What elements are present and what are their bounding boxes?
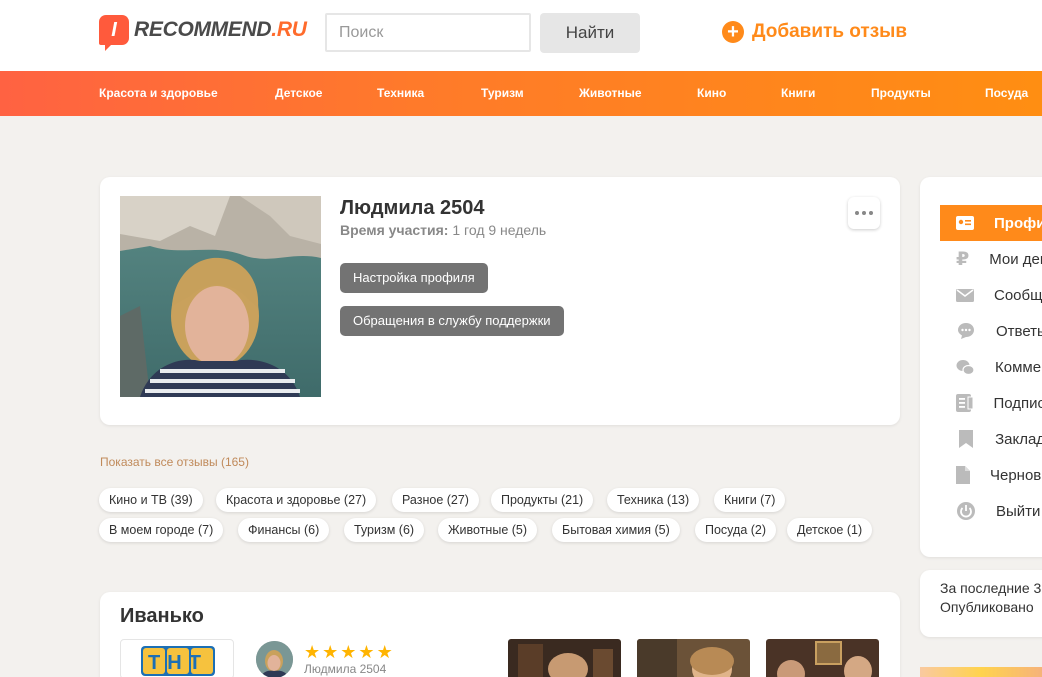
membership-value: 1 год 9 недель [452, 222, 547, 238]
sidebar-item-money[interactable]: ₽ Мои деньги [940, 241, 1042, 277]
logo-mark-icon: I [99, 15, 129, 51]
stats-line-published: Опубликовано [940, 599, 1034, 615]
nav-item-movies[interactable]: Кино [697, 86, 726, 100]
nav-item-tech[interactable]: Техника [377, 86, 424, 100]
sidebar-item-answers[interactable]: Ответы [940, 313, 1042, 349]
logo-main: RECOMMEND [134, 18, 272, 41]
category-tag[interactable]: Детское (1) [787, 518, 873, 542]
review-photo[interactable] [637, 639, 750, 677]
nav-item-dishes[interactable]: Посуда [985, 86, 1028, 100]
sidebar-item-logout[interactable]: Выйти [940, 493, 1042, 529]
document-icon [956, 465, 970, 485]
author-avatar[interactable] [256, 641, 293, 677]
review-title[interactable]: Иванько [120, 605, 204, 628]
category-tag[interactable]: Техника (13) [607, 488, 700, 512]
rating-stars: ★ ★ ★ ★ ★ [304, 642, 393, 663]
site-logo[interactable]: I RECOMMEND.RU [99, 15, 307, 51]
sidebar-item-profile[interactable]: Профиль [940, 205, 1042, 241]
id-card-icon [956, 213, 974, 233]
logo-text: RECOMMEND.RU [134, 18, 307, 42]
review-author[interactable]: Людмила 2504 [304, 662, 386, 676]
sidebar-item-label: Подписки [993, 394, 1042, 412]
star-icon: ★ [304, 642, 321, 662]
nav-item-beauty[interactable]: Красота и здоровье [99, 86, 218, 100]
sidebar-item-subscriptions[interactable]: Подписки [940, 385, 1042, 421]
envelope-icon [956, 285, 974, 305]
nav-item-animals[interactable]: Животные [579, 86, 642, 100]
nav-item-products[interactable]: Продукты [871, 86, 931, 100]
show-all-reviews-link[interactable]: Показать все отзывы (165) [100, 455, 249, 469]
profile-card: Людмила 2504 Время участия: 1 год 9 неде… [100, 177, 900, 425]
sidebar-item-label: Мои деньги [989, 250, 1042, 268]
stats-card: За последние 3 Опубликовано [920, 570, 1042, 637]
sidebar-item-bookmarks[interactable]: Закладки [940, 421, 1042, 457]
star-icon: ★ [376, 642, 393, 662]
more-dot-icon [869, 211, 873, 215]
category-tag[interactable]: Животные (5) [438, 518, 538, 542]
membership-duration: Время участия: 1 год 9 недель [340, 222, 546, 238]
nav-item-books[interactable]: Книги [781, 86, 815, 100]
add-review-link[interactable]: + Добавить отзыв [722, 21, 907, 43]
nav-item-kids[interactable]: Детское [275, 86, 322, 100]
profile-name: Людмила 2504 [340, 197, 485, 219]
comments-icon [956, 357, 975, 377]
sidebar-item-label: Сообщения [994, 286, 1042, 304]
profile-settings-button[interactable]: Настройка профиля [340, 263, 488, 293]
star-icon: ★ [358, 642, 375, 662]
category-tag[interactable]: Продукты (21) [491, 488, 594, 512]
more-dot-icon [862, 211, 866, 215]
category-nav: Красота и здоровье Детское Техника Туриз… [0, 71, 1042, 116]
account-sidebar: Профиль ₽ Мои деньги Сообщения Ответы Ко… [920, 177, 1042, 557]
category-tag[interactable]: Книги (7) [714, 488, 786, 512]
site-header: I RECOMMEND.RU Найти + Добавить отзыв [0, 0, 1042, 71]
profile-avatar[interactable] [120, 196, 321, 397]
sidebar-item-messages[interactable]: Сообщения [940, 277, 1042, 313]
sidebar-item-drafts[interactable]: Черновики [940, 457, 1042, 493]
star-icon: ★ [322, 642, 339, 662]
review-photo[interactable] [766, 639, 879, 677]
more-options-button[interactable] [848, 197, 880, 229]
category-tag[interactable]: Разное (27) [392, 488, 479, 512]
sidebar-item-comments[interactable]: Комментарии [940, 349, 1042, 385]
review-photo[interactable] [508, 639, 621, 677]
search-button[interactable]: Найти [540, 13, 640, 53]
speech-bubble-icon [956, 321, 976, 341]
category-tag[interactable]: Туризм (6) [344, 518, 425, 542]
sidebar-item-label: Профиль [994, 214, 1042, 232]
bookmark-icon [956, 429, 975, 449]
logo-suffix: .RU [271, 18, 307, 41]
support-requests-button[interactable]: Обращения в службу поддержки [340, 306, 564, 336]
product-thumbnail[interactable]: ТНТ [120, 639, 234, 677]
star-icon: ★ [340, 642, 357, 662]
sidebar-item-label: Закладки [995, 430, 1042, 448]
add-review-label: Добавить отзыв [752, 21, 908, 42]
category-tag[interactable]: Красота и здоровье (27) [216, 488, 377, 512]
category-tag[interactable]: Кино и ТВ (39) [99, 488, 203, 512]
category-tag[interactable]: В моем городе (7) [99, 518, 224, 542]
power-icon [956, 501, 976, 521]
ruble-icon: ₽ [956, 248, 970, 270]
stats-line-period: За последние 3 [940, 580, 1042, 596]
category-tag[interactable]: Посуда (2) [695, 518, 777, 542]
product-logo-text: ТНТ [148, 652, 208, 674]
category-tag[interactable]: Бытовая химия (5) [552, 518, 680, 542]
plus-circle-icon: + [722, 21, 744, 43]
subscriptions-icon [956, 393, 974, 413]
membership-label: Время участия: [340, 222, 449, 238]
nav-item-tourism[interactable]: Туризм [481, 86, 524, 100]
sidebar-banner[interactable] [920, 667, 1042, 677]
sidebar-item-label: Комментарии [995, 358, 1042, 376]
more-dot-icon [855, 211, 859, 215]
sidebar-item-label: Выйти [996, 502, 1041, 520]
sidebar-item-label: Ответы [996, 322, 1042, 340]
review-card: Иванько ТНТ ★ ★ ★ ★ ★ Людмила 2504 [100, 592, 900, 677]
search-input[interactable] [325, 13, 531, 52]
sidebar-item-label: Черновики [990, 466, 1042, 484]
category-tag[interactable]: Финансы (6) [238, 518, 330, 542]
